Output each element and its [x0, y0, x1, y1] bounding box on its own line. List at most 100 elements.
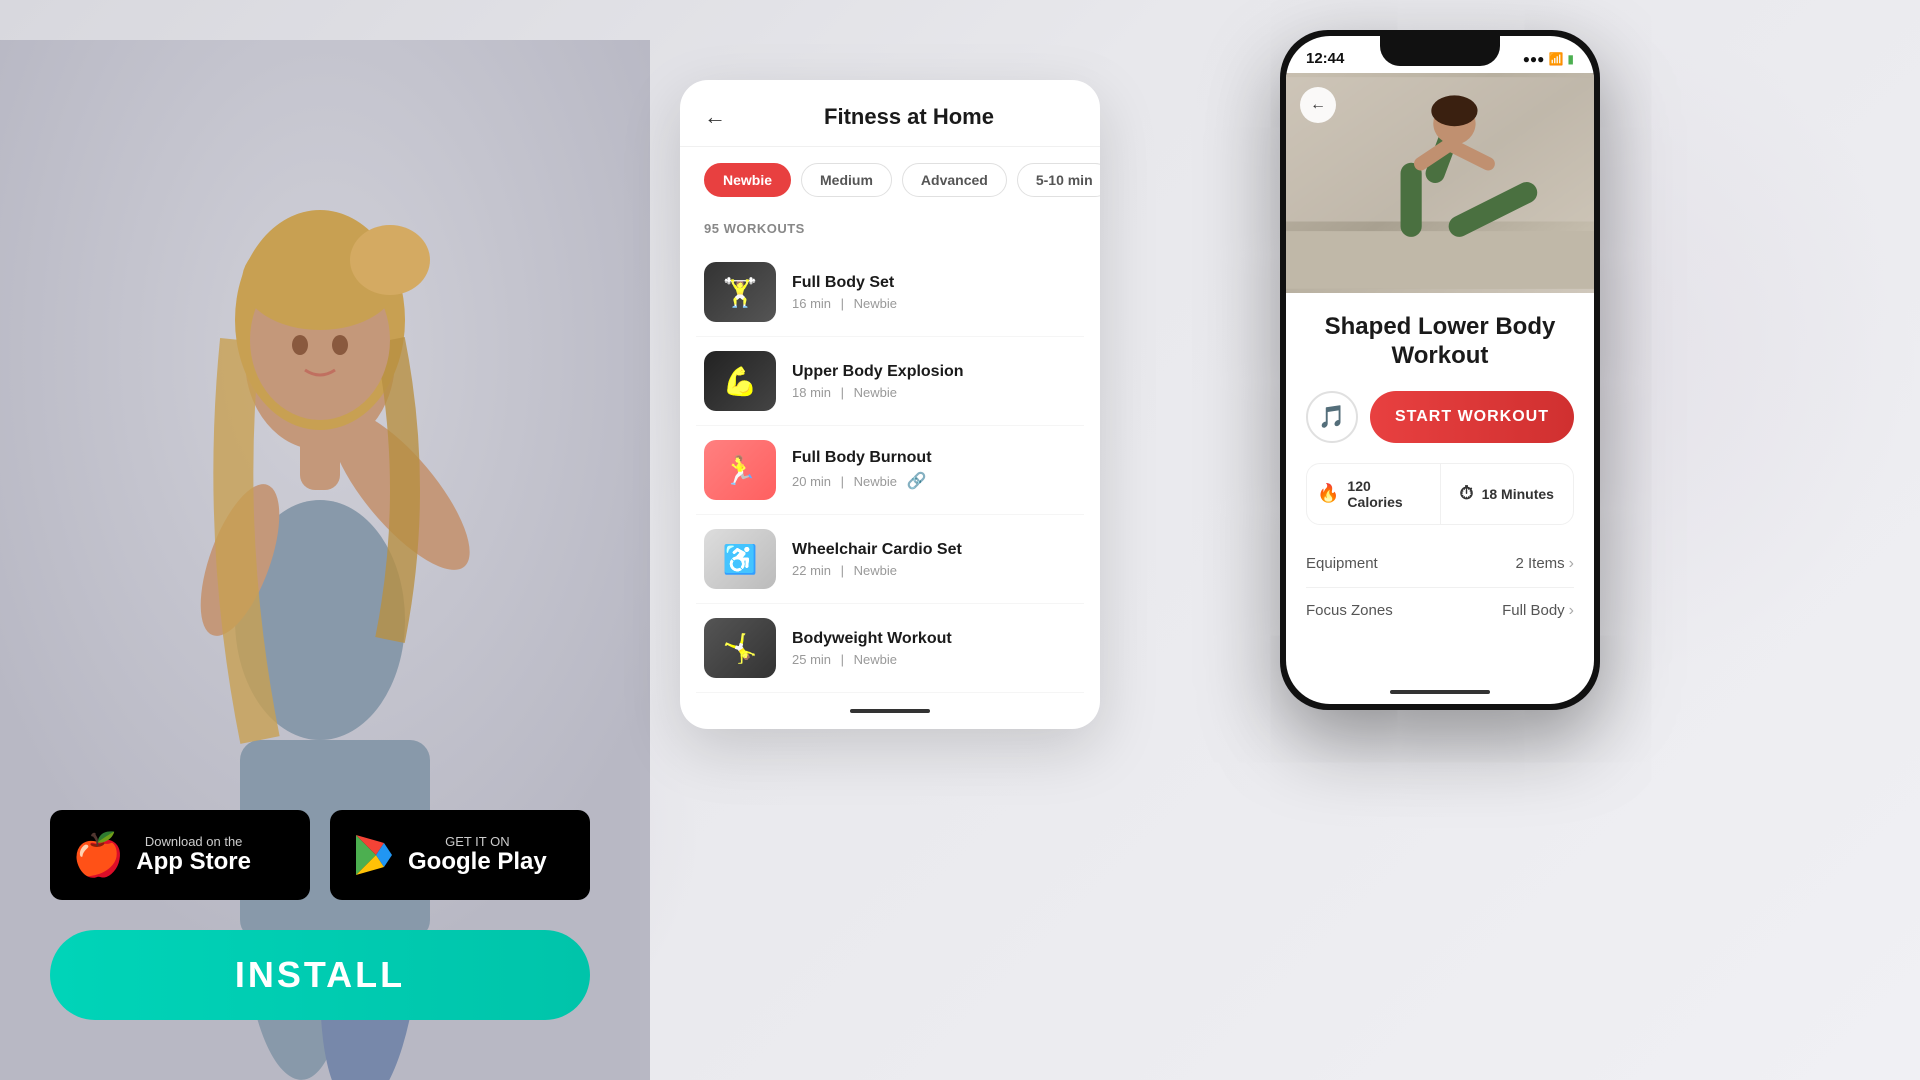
equipment-chevron: › — [1569, 555, 1574, 573]
workout-item-2[interactable]: 💪 Upper Body Explosion 18 min | Newbie — [696, 337, 1084, 426]
workout-meta-4: 22 min | Newbie — [792, 563, 1076, 578]
workout-info-3: Full Body Burnout 20 min | Newbie 🔗 — [792, 449, 1076, 491]
workout-sep-1: | — [841, 296, 844, 311]
workout-level-5: Newbie — [854, 652, 897, 667]
workout-sep-3: | — [841, 474, 844, 489]
start-workout-button[interactable]: START WORKOUT — [1370, 391, 1574, 443]
woman-hero-image — [0, 0, 680, 1080]
phone-time: 12:44 — [1306, 50, 1344, 67]
google-play-main-label: Google Play — [408, 849, 547, 875]
fitness-card-title: Fitness at Home — [742, 104, 1076, 130]
filter-tag-advanced[interactable]: Advanced — [902, 163, 1007, 197]
workout-figure-5: 🤸 — [723, 632, 758, 665]
install-button[interactable]: INSTALL — [50, 930, 590, 1020]
woman-silhouette — [0, 40, 650, 1080]
workout-thumb-1: 🏋️ — [704, 262, 776, 322]
workout-thumb-3: 🏃 — [704, 440, 776, 500]
install-label: INSTALL — [235, 954, 405, 996]
workout-meta-2: 18 min | Newbie — [792, 385, 1076, 400]
music-icon: 🎵 — [1318, 404, 1345, 430]
workout-sep-2: | — [841, 385, 844, 400]
workout-item-5[interactable]: 🤸 Bodyweight Workout 25 min | Newbie — [696, 604, 1084, 693]
workout-duration-1: 16 min — [792, 296, 831, 311]
workout-thumb-5: 🤸 — [704, 618, 776, 678]
phone-screen: 12:44 ●●● 📶 ▮ — [1286, 36, 1594, 704]
fitness-card-header: ← Fitness at Home — [680, 80, 1100, 147]
app-store-sub-label: Download on the — [136, 834, 251, 849]
workout-duration-2: 18 min — [792, 385, 831, 400]
workout-info-2: Upper Body Explosion 18 min | Newbie — [792, 363, 1076, 400]
workout-meta-1: 16 min | Newbie — [792, 296, 1076, 311]
focus-zones-value: Full Body › — [1502, 602, 1574, 620]
phone-detail-focus-zones[interactable]: Focus Zones Full Body › — [1306, 588, 1574, 634]
app-store-button[interactable]: 🍎 Download on the App Store — [50, 810, 310, 900]
phone-workout-title: Shaped Lower Body Workout — [1306, 313, 1574, 371]
workout-sep-5: | — [841, 652, 844, 667]
workout-name-2: Upper Body Explosion — [792, 363, 1076, 381]
workout-name-5: Bodyweight Workout — [792, 630, 1076, 648]
filter-tag-newbie[interactable]: Newbie — [704, 163, 791, 197]
workout-name-4: Wheelchair Cardio Set — [792, 541, 1076, 559]
workout-level-1: Newbie — [854, 296, 897, 311]
apple-icon: 🍎 — [72, 831, 124, 880]
equipment-count: 2 Items — [1515, 555, 1564, 572]
phone-back-icon: ← — [1310, 96, 1326, 114]
music-button[interactable]: 🎵 — [1306, 391, 1358, 443]
store-buttons-container: 🍎 Download on the App Store GET IT ON Go… — [50, 810, 590, 900]
phone-detail-equipment[interactable]: Equipment 2 Items › — [1306, 541, 1574, 588]
filter-tag-medium[interactable]: Medium — [801, 163, 892, 197]
workout-item-4[interactable]: ♿ Wheelchair Cardio Set 22 min | Newbie — [696, 515, 1084, 604]
workout-info-4: Wheelchair Cardio Set 22 min | Newbie — [792, 541, 1076, 578]
workout-item-1[interactable]: 🏋️ Full Body Set 16 min | Newbie — [696, 248, 1084, 337]
workout-duration-4: 22 min — [792, 563, 831, 578]
workout-level-2: Newbie — [854, 385, 897, 400]
workout-item-3[interactable]: 🏃 Full Body Burnout 20 min | Newbie 🔗 — [696, 426, 1084, 515]
phone-stat-calories: 🔥 120 Calories — [1307, 464, 1440, 524]
focus-zones-chevron: › — [1569, 602, 1574, 620]
fitness-card: ← Fitness at Home Newbie Medium Advanced… — [680, 80, 1100, 729]
link-icon-3: 🔗 — [907, 473, 927, 490]
workout-info-5: Bodyweight Workout 25 min | Newbie — [792, 630, 1076, 667]
workout-name-3: Full Body Burnout — [792, 449, 1076, 467]
filter-tags-container: Newbie Medium Advanced 5-10 min 10-20 mi… — [680, 147, 1100, 213]
calories-value: 120 Calories — [1347, 478, 1429, 510]
minutes-value: 18 Minutes — [1482, 486, 1554, 502]
workout-duration-3: 20 min — [792, 474, 831, 489]
back-arrow-icon[interactable]: ← — [704, 104, 726, 130]
phone-stats-row: 🔥 120 Calories ⏱ 18 Minutes — [1306, 463, 1574, 525]
focus-zones-text: Full Body — [1502, 602, 1565, 619]
workout-level-3: Newbie — [854, 474, 897, 489]
workout-figure-2: 💪 — [723, 365, 758, 398]
workout-meta-3: 20 min | Newbie 🔗 — [792, 471, 1076, 491]
clock-icon: ⏱ — [1460, 483, 1474, 504]
signal-icon: ●●● — [1523, 52, 1545, 66]
google-play-sub-label: GET IT ON — [408, 834, 547, 849]
google-play-button[interactable]: GET IT ON Google Play — [330, 810, 590, 900]
battery-icon: ▮ — [1567, 52, 1574, 66]
app-store-main-label: App Store — [136, 849, 251, 875]
google-play-icon — [352, 833, 396, 877]
workout-figure-4: ♿ — [723, 543, 758, 576]
phone-status-icons: ●●● 📶 ▮ — [1523, 52, 1574, 66]
equipment-value: 2 Items › — [1515, 555, 1574, 573]
google-play-text: GET IT ON Google Play — [408, 834, 547, 875]
phone-notch — [1380, 36, 1500, 66]
workout-figure-3: 🏃 — [723, 454, 758, 487]
workout-list: 🏋️ Full Body Set 16 min | Newbie 💪 Upper… — [680, 248, 1100, 693]
phone-content: Shaped Lower Body Workout 🎵 START WORKOU… — [1286, 293, 1594, 650]
workout-meta-5: 25 min | Newbie — [792, 652, 1076, 667]
scroll-indicator — [680, 693, 1100, 729]
workout-level-4: Newbie — [854, 563, 897, 578]
wifi-icon: 📶 — [1548, 52, 1563, 66]
phone-back-button[interactable]: ← — [1300, 87, 1336, 123]
workouts-count: 95 WORKOUTS — [680, 213, 1100, 248]
phone-home-indicator — [1390, 690, 1490, 694]
workout-name-1: Full Body Set — [792, 274, 1076, 292]
focus-zones-label: Focus Zones — [1306, 602, 1393, 619]
workout-info-1: Full Body Set 16 min | Newbie — [792, 274, 1076, 311]
filter-tag-5-10[interactable]: 5-10 min — [1017, 163, 1100, 197]
workout-thumb-2: 💪 — [704, 351, 776, 411]
phone-action-row: 🎵 START WORKOUT — [1306, 391, 1574, 443]
scroll-dot — [850, 709, 930, 713]
workout-sep-4: | — [841, 563, 844, 578]
